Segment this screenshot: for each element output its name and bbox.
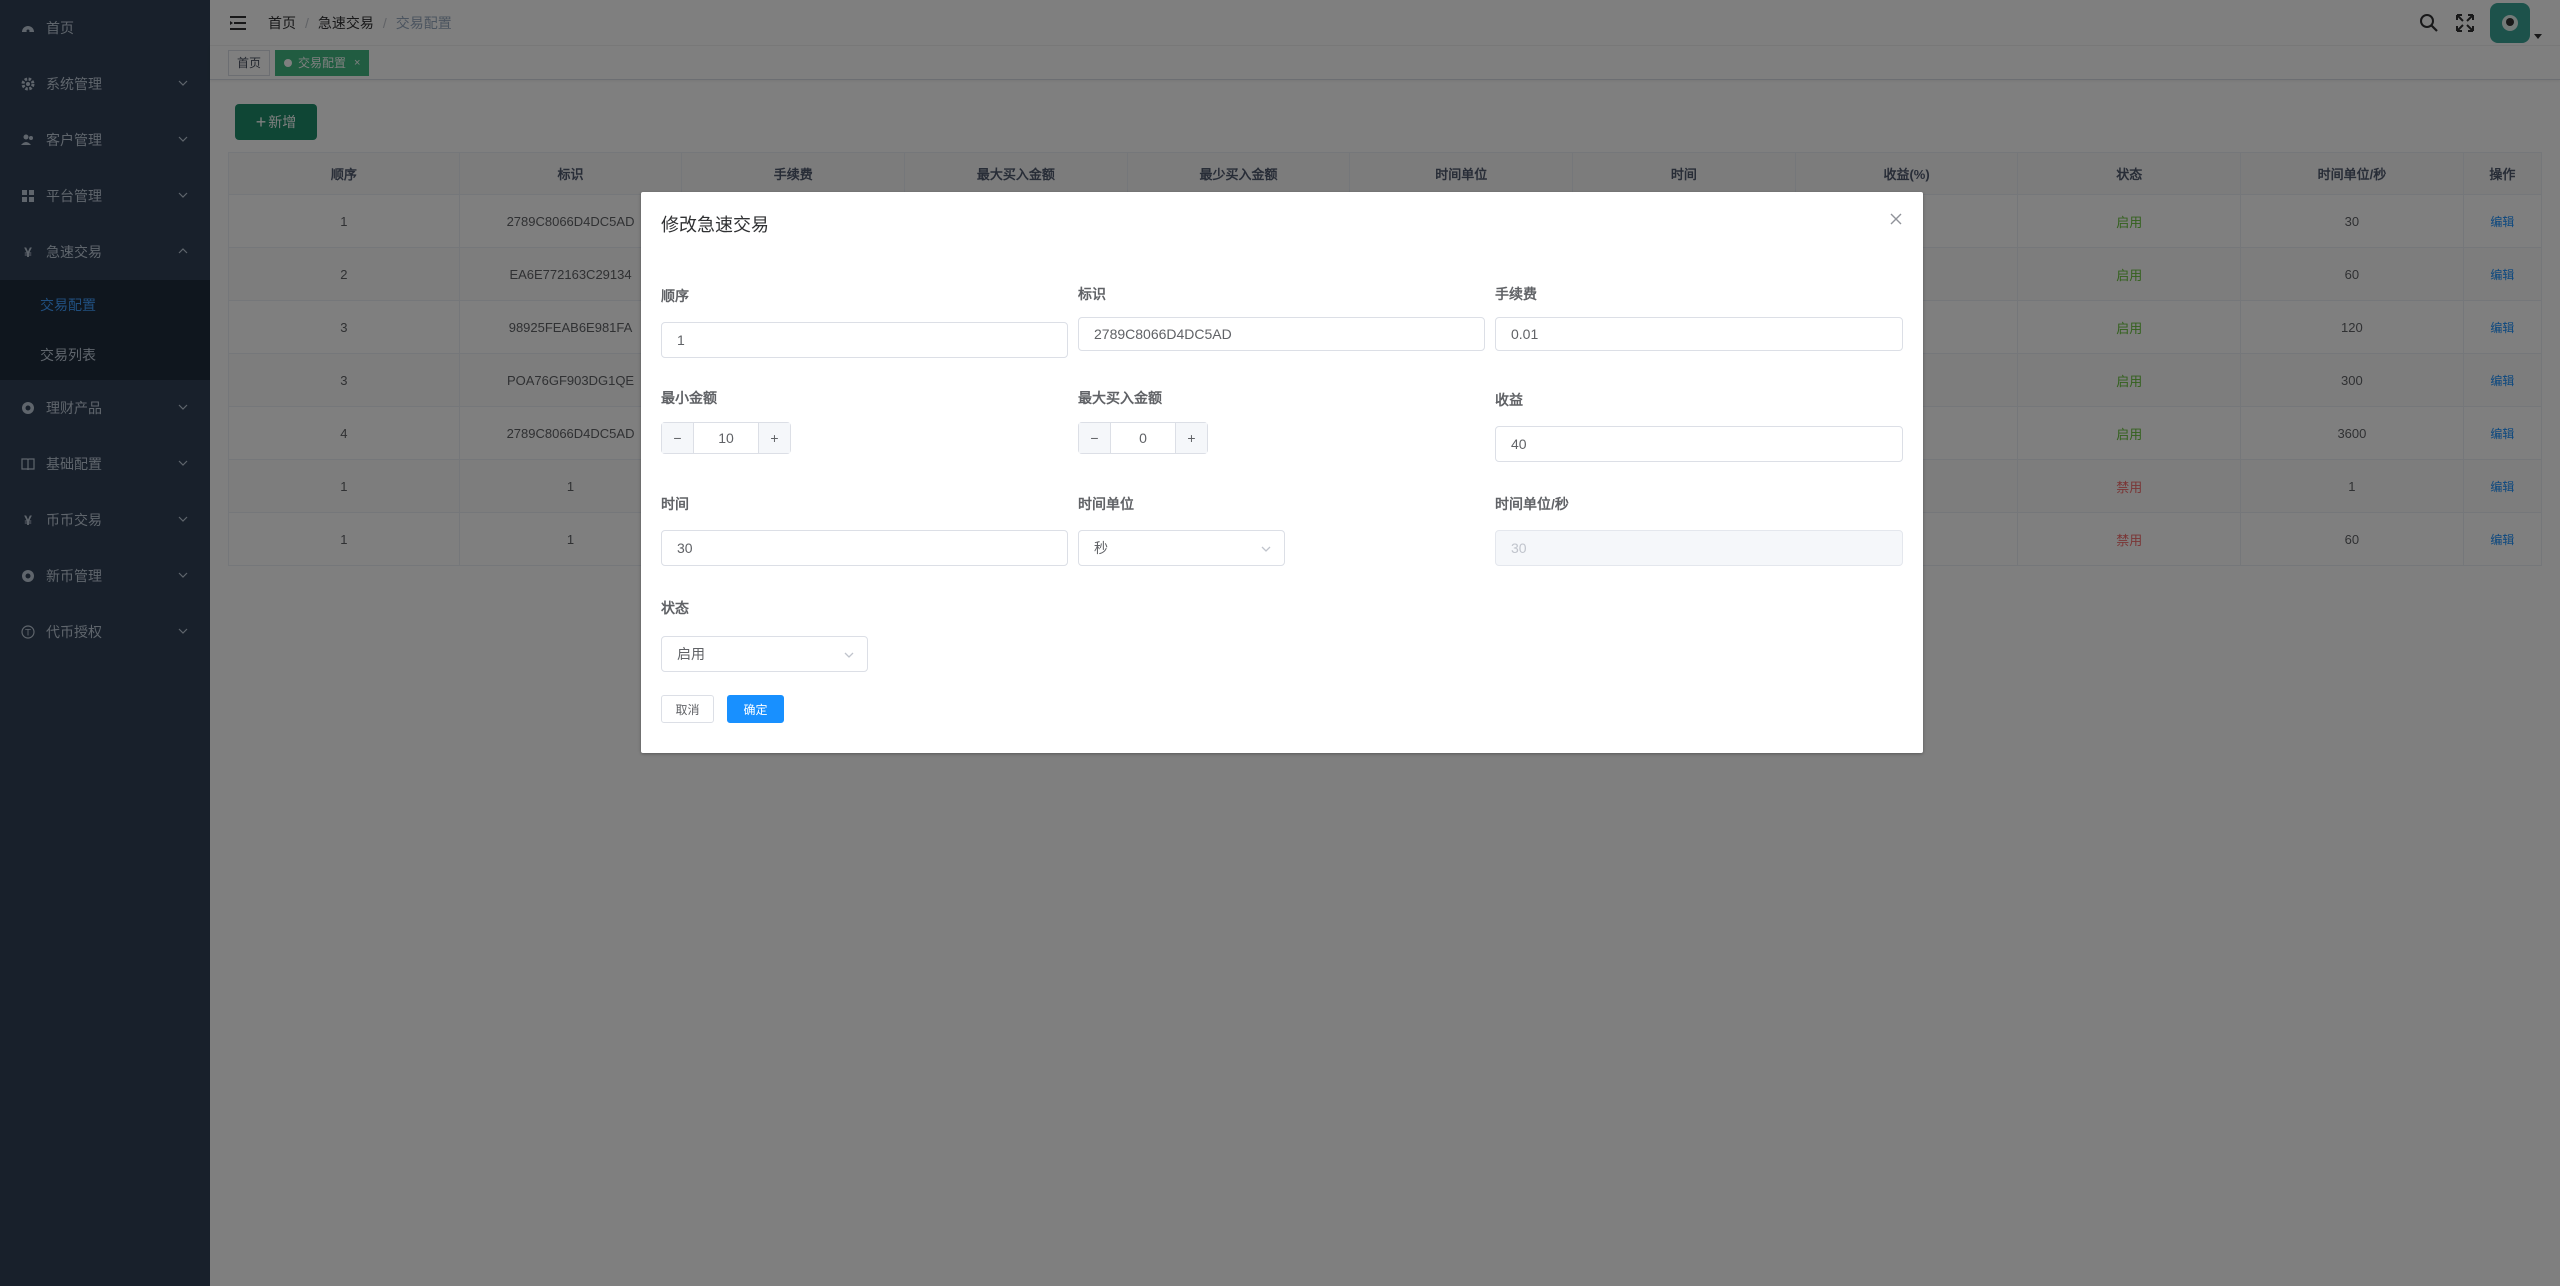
time-label: 时间 (661, 496, 689, 512)
unit-seconds-input: 30 (1495, 530, 1903, 566)
fee-input[interactable]: 0.01 (1495, 317, 1903, 351)
time-unit-label: 时间单位 (1078, 496, 1134, 512)
dialog-title: 修改急速交易 (661, 215, 769, 235)
max-amount-increment-button[interactable]: + (1175, 423, 1207, 453)
time-value: 30 (677, 540, 693, 556)
identifier-input[interactable]: 2789C8066D4DC5AD (1078, 317, 1485, 351)
order-input[interactable]: 1 (661, 322, 1068, 358)
profit-label: 收益 (1495, 392, 1523, 408)
min-amount-input[interactable]: 10 (694, 423, 758, 453)
max-amount-decrement-button[interactable]: − (1079, 423, 1111, 453)
identifier-label: 标识 (1078, 286, 1106, 302)
unit-seconds-value: 30 (1511, 540, 1527, 556)
max-amount-input[interactable]: 0 (1111, 423, 1175, 453)
order-value: 1 (677, 332, 685, 348)
profit-value: 40 (1511, 436, 1527, 452)
cancel-button[interactable]: 取消 (661, 695, 714, 723)
edit-dialog: 修改急速交易 顺序 1 标识 2789C8066D4DC5AD 手续费 0.01… (641, 192, 1923, 753)
time-unit-value: 秒 (1094, 540, 1108, 556)
confirm-button[interactable]: 确定 (727, 695, 784, 723)
chevron-down-icon (1261, 546, 1271, 552)
status-label: 状态 (661, 600, 689, 616)
status-value: 启用 (677, 646, 705, 662)
time-unit-select[interactable]: 秒 (1078, 530, 1285, 566)
fee-value: 0.01 (1511, 326, 1539, 342)
chevron-down-icon (844, 652, 854, 658)
min-amount-increment-button[interactable]: + (758, 423, 790, 453)
status-select[interactable]: 启用 (661, 636, 868, 672)
dialog-header: 修改急速交易 (641, 192, 1923, 256)
close-icon[interactable] (1889, 212, 1903, 226)
time-input[interactable]: 30 (661, 530, 1068, 566)
max-amount-stepper: − 0 + (1078, 422, 1208, 454)
max-amount-label: 最大买入金额 (1078, 390, 1162, 406)
min-amount-stepper: − 10 + (661, 422, 791, 454)
fee-label: 手续费 (1495, 286, 1537, 302)
min-amount-label: 最小金额 (661, 390, 717, 406)
min-amount-decrement-button[interactable]: − (662, 423, 694, 453)
identifier-value: 2789C8066D4DC5AD (1094, 326, 1232, 342)
order-label: 顺序 (661, 288, 689, 304)
unit-seconds-label: 时间单位/秒 (1495, 496, 1569, 512)
profit-input[interactable]: 40 (1495, 426, 1903, 462)
